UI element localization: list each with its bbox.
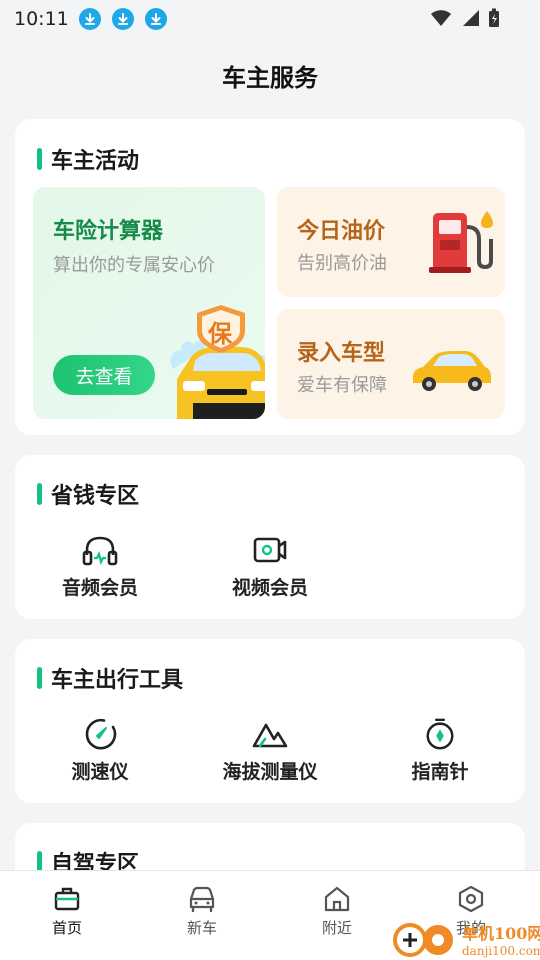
altimeter-label: 海拔测量仪 (222, 761, 318, 783)
view-button[interactable]: 去查看 (53, 355, 155, 395)
section-accent-bar (37, 483, 42, 505)
audio-membership-item[interactable]: 音频会员 (25, 533, 175, 600)
home-briefcase-icon (54, 887, 80, 911)
tab-home[interactable]: 首页 (17, 885, 117, 938)
car-icon (189, 886, 215, 913)
speedometer-icon (85, 718, 117, 750)
status-time: 10:11 (14, 8, 69, 30)
watermark-url: danji100.com (462, 944, 540, 958)
section-title: 车主活动 (37, 143, 139, 175)
download-icon (78, 8, 101, 30)
fuel-pump-icon (429, 211, 493, 273)
car-model-title: 录入车型 (297, 341, 386, 366)
status-bar: 10:11 (0, 0, 540, 38)
page-title: 车主服务 (222, 64, 318, 92)
battery-icon (488, 8, 500, 32)
video-membership-item[interactable]: 视频会员 (195, 533, 345, 600)
download-icon (111, 8, 134, 30)
section-title-text: 车主出行工具 (51, 668, 184, 693)
speedometer-item[interactable]: 测速仪 (25, 717, 175, 784)
video-membership-label: 视频会员 (231, 577, 308, 599)
tools-card: 车主出行工具 测速仪 海拔测量仪 指南针 (15, 639, 525, 803)
car-model-subtitle: 爱车有保障 (297, 375, 387, 396)
yellow-car-icon (413, 351, 491, 391)
oil-price-title: 今日油价 (297, 219, 386, 244)
section-accent-bar (37, 148, 42, 170)
section-title: 车主出行工具 (37, 662, 183, 694)
house-icon (324, 886, 350, 912)
hexagon-settings-icon (458, 885, 484, 913)
savings-card: 省钱专区 音频会员 视频会员 (15, 455, 525, 619)
compass-icon (426, 718, 454, 750)
insurance-calculator-card[interactable]: 车险计算器 算出你的专属安心价 去查看 保 (33, 187, 265, 419)
oil-price-subtitle: 告别高价油 (297, 253, 387, 274)
insurance-calculator-subtitle: 算出你的专属安心价 (53, 255, 215, 276)
compass-label: 指南针 (411, 761, 469, 783)
compass-item[interactable]: 指南针 (365, 717, 515, 784)
tab-nearby-label: 附近 (321, 919, 352, 937)
tab-new-car[interactable]: 新车 (152, 885, 252, 938)
mountain-icon (252, 723, 288, 748)
altimeter-item[interactable]: 海拔测量仪 (195, 717, 345, 784)
watermark-brand: 单机100网 (462, 924, 540, 943)
section-title: 省钱专区 (37, 478, 139, 510)
signal-icon (460, 9, 480, 31)
tab-nearby[interactable]: 附近 (287, 885, 387, 938)
activities-card: 车主活动 车险计算器 算出你的专属安心价 去查看 保 今日油价 告别高价油 录入… (15, 119, 525, 435)
insurance-badge-text: 保 (208, 320, 232, 348)
wifi-icon (430, 9, 452, 31)
download-icon (144, 8, 167, 30)
watermark: 单机100网 danji100.com (392, 918, 540, 960)
section-accent-bar (37, 667, 42, 689)
speedometer-label: 测速仪 (71, 761, 129, 783)
tab-new-car-label: 新车 (186, 919, 217, 937)
oil-price-card[interactable]: 今日油价 告别高价油 (277, 187, 505, 297)
tab-home-label: 首页 (51, 919, 82, 937)
audio-membership-label: 音频会员 (61, 577, 138, 599)
video-icon (253, 537, 287, 563)
headphones-icon (82, 536, 118, 566)
car-model-card[interactable]: 录入车型 爱车有保障 (277, 309, 505, 419)
section-title-text: 车主活动 (51, 149, 140, 174)
insurance-calculator-title: 车险计算器 (53, 219, 164, 244)
watermark-logo (393, 923, 453, 957)
section-title-text: 省钱专区 (51, 484, 140, 509)
